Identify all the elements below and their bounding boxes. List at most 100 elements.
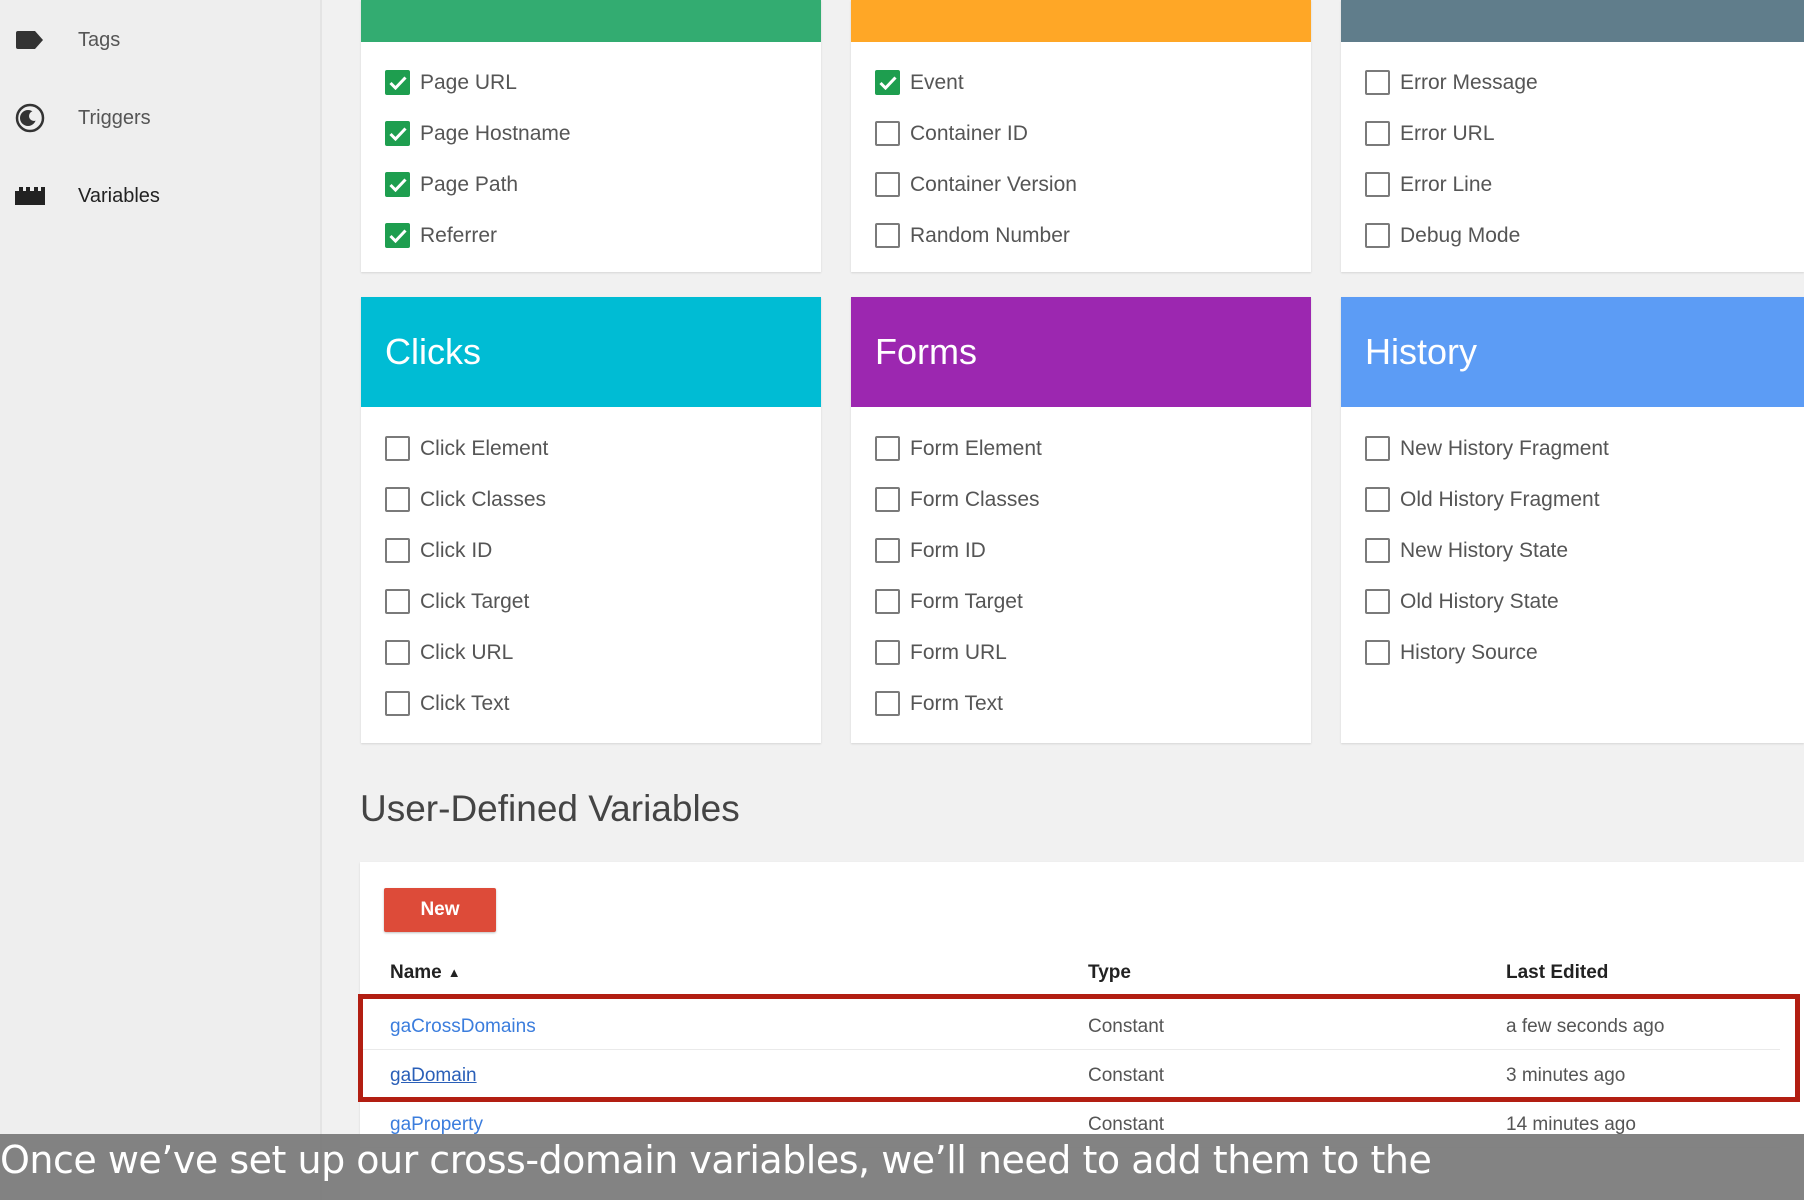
checkbox-checked[interactable] (385, 172, 410, 197)
checkbox[interactable] (385, 436, 410, 461)
checkbox-label: Click Target (420, 589, 530, 613)
checkbox[interactable] (385, 640, 410, 665)
last-edited-column-header[interactable]: Last Edited (1506, 962, 1608, 984)
checkbox[interactable] (385, 691, 410, 716)
checkbox[interactable] (1365, 589, 1390, 614)
checkbox[interactable] (1365, 487, 1390, 512)
checkbox-row[interactable]: Form ID (875, 525, 1042, 576)
checkbox-row[interactable]: Referrer (385, 210, 571, 261)
checkbox-checked[interactable] (385, 70, 410, 95)
checkmark-icon (878, 75, 897, 90)
checkbox-row[interactable]: Old History Fragment (1365, 474, 1609, 525)
checkbox-row[interactable]: Page URL (385, 57, 571, 108)
checkbox[interactable] (1365, 640, 1390, 665)
checkbox[interactable] (875, 640, 900, 665)
variable-name-link[interactable]: gaCrossDomains (390, 1016, 536, 1038)
checkbox-row[interactable]: Form Target (875, 576, 1042, 627)
sidebar-item-triggers[interactable]: Triggers (0, 88, 320, 148)
table-row[interactable]: gaDomain Constant 3 minutes ago (360, 1051, 1780, 1099)
checkbox[interactable] (1365, 436, 1390, 461)
checkbox-label: New History Fragment (1400, 436, 1609, 460)
checkbox[interactable] (1365, 223, 1390, 248)
checkbox-row[interactable]: Debug Mode (1365, 210, 1538, 261)
checkbox-checked[interactable] (385, 223, 410, 248)
user-defined-variables-title: User-Defined Variables (360, 788, 740, 829)
variable-last-edited: 3 minutes ago (1506, 1065, 1626, 1086)
checkbox-row[interactable]: Form URL (875, 627, 1042, 678)
checkbox-row[interactable]: Container Version (875, 159, 1077, 210)
name-column-header[interactable]: Name ▲ (390, 962, 461, 984)
checkbox[interactable] (385, 538, 410, 563)
table-row[interactable]: gaCrossDomains Constant a few seconds ag… (360, 1002, 1780, 1050)
checkbox[interactable] (385, 487, 410, 512)
history-card-title: History (1365, 331, 1478, 372)
checkbox-row[interactable]: Page Hostname (385, 108, 571, 159)
checkbox[interactable] (875, 223, 900, 248)
checkbox-label: History Source (1400, 640, 1538, 664)
checkbox[interactable] (1365, 538, 1390, 563)
checkbox-row[interactable]: Click URL (385, 627, 548, 678)
checkbox-label: Error URL (1400, 121, 1495, 145)
checkbox-row[interactable]: Click Target (385, 576, 548, 627)
checkbox-label: Old History State (1400, 589, 1559, 613)
checkbox[interactable] (1365, 70, 1390, 95)
forms-checklist: Form Element Form Classes Form ID Form Targ… (875, 423, 1042, 729)
checkbox-row[interactable]: New History State (1365, 525, 1609, 576)
checkbox-row[interactable]: Click Element (385, 423, 548, 474)
checkmark-icon (388, 228, 407, 243)
checkbox[interactable] (875, 691, 900, 716)
checkbox[interactable] (875, 538, 900, 563)
checkbox-row[interactable]: Page Path (385, 159, 571, 210)
errors-card: Error Message Error URL Error Line Debug Mo… (1341, 0, 1804, 272)
checkbox-row[interactable]: Form Element (875, 423, 1042, 474)
checkbox-row[interactable]: Click ID (385, 525, 548, 576)
type-column-header[interactable]: Type (1088, 962, 1131, 984)
checkbox-row[interactable]: Click Classes (385, 474, 548, 525)
table-header: Name ▲ Type Last Edited (360, 962, 1804, 992)
checkbox-label: Referrer (420, 223, 498, 247)
checkbox-row[interactable]: Click Text (385, 678, 548, 729)
video-caption: Once we’ve set up our cross-domain varia… (0, 1138, 1432, 1182)
new-variable-button[interactable]: New (384, 888, 496, 932)
checkbox-label: Old History Fragment (1400, 487, 1600, 511)
checkbox[interactable] (875, 487, 900, 512)
checkbox[interactable] (875, 589, 900, 614)
checkbox-checked[interactable] (385, 121, 410, 146)
checkbox-row[interactable]: Random Number (875, 210, 1077, 261)
checkbox-row[interactable]: Error Line (1365, 159, 1538, 210)
checkbox-row[interactable]: Form Text (875, 678, 1042, 729)
checkbox-label: Form Classes (910, 487, 1040, 511)
checkbox-row[interactable]: Form Classes (875, 474, 1042, 525)
checkbox-row[interactable]: Container ID (875, 108, 1077, 159)
checkbox-row[interactable]: Event (875, 57, 1077, 108)
checkbox-label: Form Text (910, 691, 1003, 715)
checkbox-label: Form URL (910, 640, 1007, 664)
sort-ascending-icon: ▲ (447, 965, 461, 981)
checkbox-checked[interactable] (875, 70, 900, 95)
history-card: History New History Fragment Old History … (1341, 297, 1804, 743)
pages-checklist: Page URL Page Hostname Page Path Referrer (385, 57, 571, 261)
checkbox-label: Error Line (1400, 172, 1493, 196)
sidebar-item-variables[interactable]: Variables (0, 166, 320, 226)
clicks-card-header: Clicks (361, 297, 821, 407)
variable-name-link[interactable]: gaProperty (390, 1114, 483, 1136)
checkbox-row[interactable]: Error Message (1365, 57, 1538, 108)
checkbox-label: Debug Mode (1400, 223, 1521, 247)
checkbox[interactable] (1365, 121, 1390, 146)
checkbox[interactable] (875, 172, 900, 197)
checkbox-row[interactable]: History Source (1365, 627, 1609, 678)
history-card-header: History (1341, 297, 1804, 407)
checkbox[interactable] (875, 121, 900, 146)
clicks-card-title: Clicks (385, 331, 481, 372)
checkbox-row[interactable]: Error URL (1365, 108, 1538, 159)
checkbox-label: Page URL (420, 70, 517, 94)
checkbox[interactable] (1365, 172, 1390, 197)
checkbox-row[interactable]: New History Fragment (1365, 423, 1609, 474)
checkbox[interactable] (385, 589, 410, 614)
sidebar-item-tags[interactable]: Tags (0, 10, 320, 70)
checkbox-row[interactable]: Old History State (1365, 576, 1609, 627)
forms-card: Forms Form Element Form Classes Form ID For… (851, 297, 1311, 743)
checkbox-label: Container ID (910, 121, 1028, 145)
checkbox[interactable] (875, 436, 900, 461)
variable-name-link[interactable]: gaDomain (390, 1065, 477, 1087)
